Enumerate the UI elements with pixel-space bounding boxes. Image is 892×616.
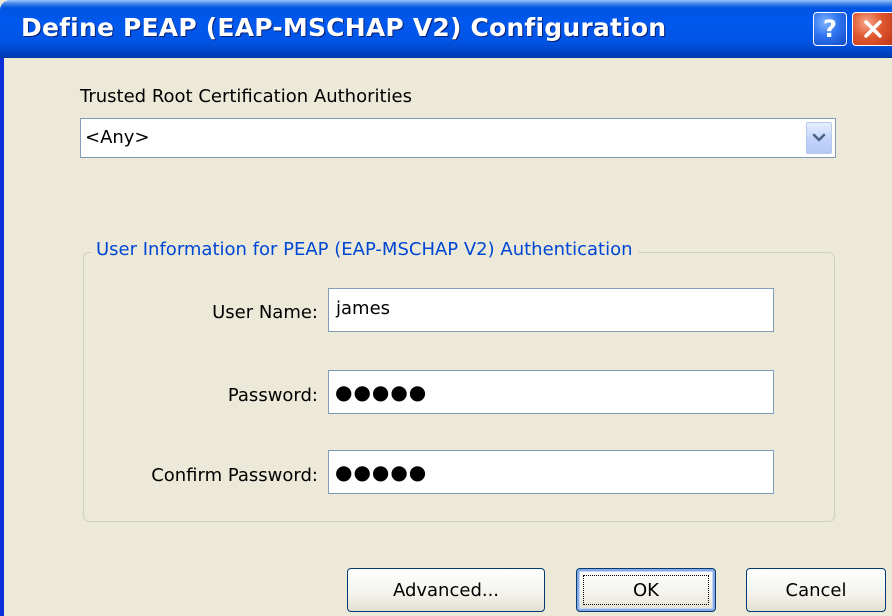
dialog-window: Define PEAP (EAP-MSCHAP V2) Configuratio…	[0, 0, 892, 616]
trusted-root-combobox[interactable]: <Any>	[80, 118, 836, 158]
confirm-password-field[interactable]: ●●●●●	[328, 450, 774, 494]
cancel-button-label: Cancel	[785, 579, 847, 601]
confirm-password-label: Confirm Password:	[151, 465, 318, 486]
password-label: Password:	[227, 385, 318, 406]
username-label: User Name:	[212, 302, 318, 323]
title-bar[interactable]: Define PEAP (EAP-MSCHAP V2) Configuratio…	[0, 0, 892, 58]
ok-button[interactable]: OK	[576, 568, 716, 612]
password-masked-value: ●●●●●	[335, 380, 428, 404]
advanced-button[interactable]: Advanced...	[347, 568, 545, 612]
ok-button-label: OK	[633, 579, 659, 601]
user-info-group-title: User Information for PEAP (EAP-MSCHAP V2…	[91, 239, 638, 260]
password-field[interactable]: ●●●●●	[328, 370, 774, 414]
username-field[interactable]: james	[328, 288, 774, 332]
trusted-root-selected-value: <Any>	[85, 127, 150, 148]
confirm-password-masked-value: ●●●●●	[335, 460, 428, 484]
help-icon: ?	[823, 15, 837, 43]
combobox-dropdown-button[interactable]	[806, 122, 832, 154]
trusted-root-label: Trusted Root Certification Authorities	[80, 86, 412, 107]
close-icon	[863, 20, 882, 38]
close-button[interactable]	[852, 12, 892, 46]
window-title: Define PEAP (EAP-MSCHAP V2) Configuratio…	[21, 13, 667, 42]
advanced-button-label: Advanced...	[392, 579, 500, 601]
username-value: james	[336, 298, 391, 319]
window-frame-left	[0, 58, 4, 616]
help-button[interactable]: ?	[813, 12, 847, 46]
title-bar-highlight	[0, 0, 892, 8]
cancel-button[interactable]: Cancel	[746, 568, 886, 612]
chevron-down-icon	[812, 133, 826, 142]
